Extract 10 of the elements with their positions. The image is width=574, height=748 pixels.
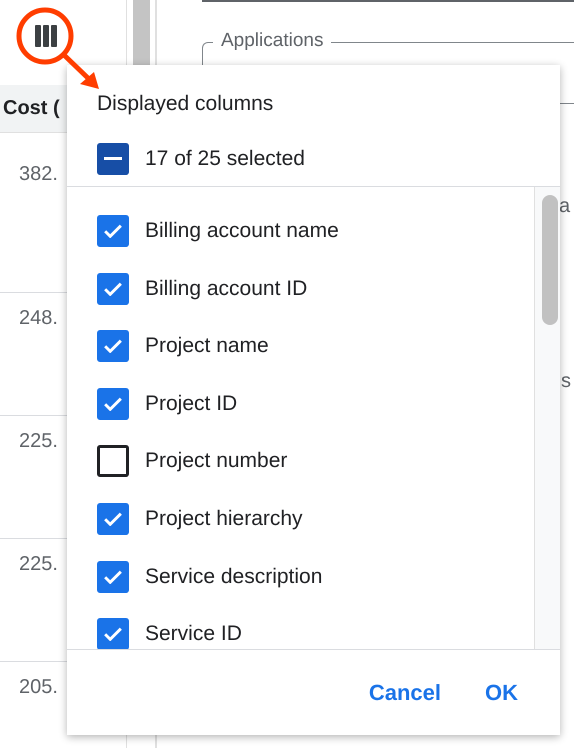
table-cell: 225.: [19, 553, 58, 575]
text-fragment: a: [559, 195, 570, 218]
table-cell: 382.: [19, 163, 58, 185]
table-cell: 248.: [19, 307, 58, 329]
table-cell: 225.: [19, 430, 58, 452]
selection-count: 17 of 25 selected: [145, 146, 305, 170]
dialog-title: Displayed columns: [96, 91, 274, 117]
field-label: Applications: [213, 30, 332, 52]
table-cell: 205.: [19, 676, 58, 698]
text-fragment: s: [561, 370, 571, 393]
